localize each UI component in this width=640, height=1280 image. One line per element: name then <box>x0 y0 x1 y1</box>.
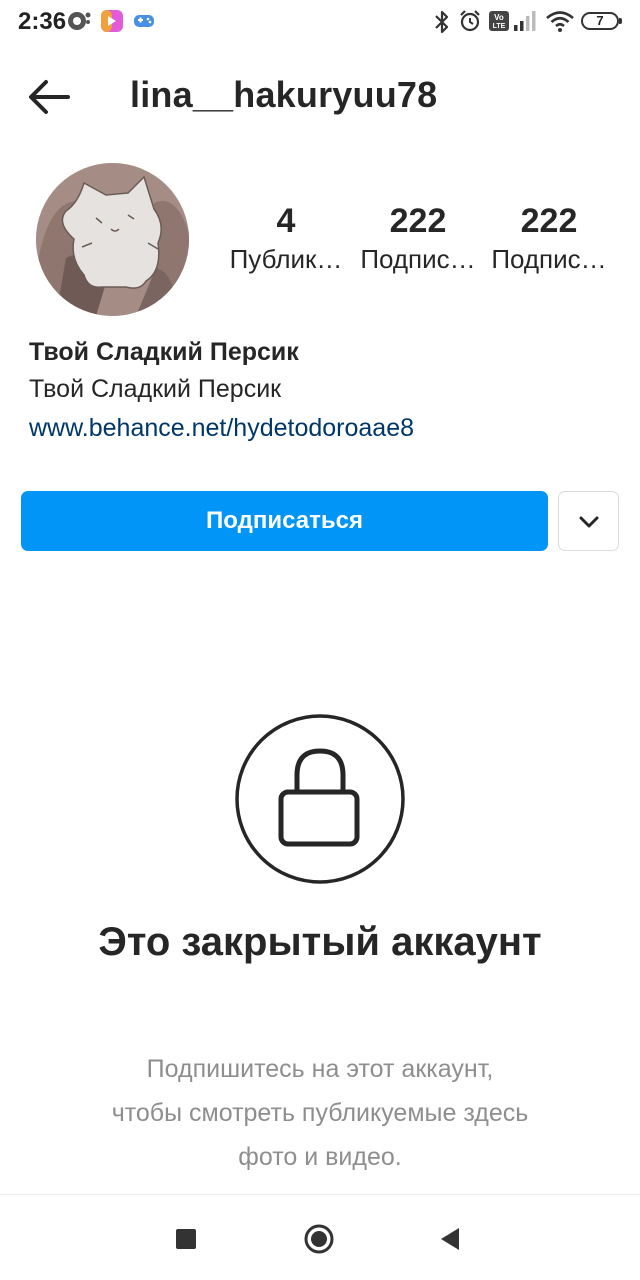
wifi-icon <box>546 11 574 32</box>
recents-square-icon[interactable] <box>170 1223 202 1255</box>
stat-followers-label: Подпис… <box>360 244 476 274</box>
avatar-image <box>36 163 189 316</box>
back-arrow-icon[interactable] <box>26 74 72 120</box>
profile-username: lina__hakuryuu78 <box>130 74 438 115</box>
alarm-icon <box>460 10 480 32</box>
svg-text:LTE: LTE <box>493 23 506 30</box>
follow-button[interactable]: Подписаться <box>21 491 548 551</box>
stat-following[interactable]: 222 Подпис… <box>485 200 613 276</box>
game-icon <box>134 15 154 27</box>
lock-icon <box>235 714 405 884</box>
stat-followers-count: 222 <box>389 202 447 240</box>
notification-icon <box>68 12 91 30</box>
avatar[interactable] <box>36 163 189 316</box>
private-account-description: Подпишитесь на этот аккаунт, чтобы смотр… <box>111 1055 529 1171</box>
volte-icon: Vo LTE <box>489 11 509 31</box>
suggestions-dropdown-button[interactable] <box>558 491 619 551</box>
profile-name: Твой Сладкий Персик <box>29 338 299 366</box>
app-icon <box>101 10 123 32</box>
status-bar: 2:36 Vo LTE 7 <box>0 0 640 44</box>
signal-icon <box>514 11 536 31</box>
stat-followers[interactable]: 222 Подпис… <box>354 200 482 276</box>
screen: 2:36 Vo LTE 7 lina__hakuryuu78 4 Публик…… <box>0 0 640 1280</box>
chevron-down-icon <box>579 516 599 528</box>
navigation-bar <box>0 1194 640 1280</box>
stat-posts-count: 4 <box>276 202 296 240</box>
private-account-title: Это закрытый аккаунт <box>98 920 542 964</box>
battery-icon: 7 <box>581 12 622 30</box>
profile-link[interactable]: www.behance.net/hydetodoroaae8 <box>29 414 414 443</box>
stat-following-count: 222 <box>520 202 578 240</box>
stat-posts[interactable]: 4 Публик… <box>222 200 350 276</box>
bluetooth-icon <box>435 10 449 34</box>
home-circle-icon[interactable] <box>303 1223 335 1255</box>
stat-following-label: Подпис… <box>491 244 607 274</box>
status-time: 2:36 <box>18 8 67 35</box>
svg-text:Vo: Vo <box>494 13 504 22</box>
profile-bio: Твой Сладкий Персик <box>29 375 282 403</box>
back-triangle-icon[interactable] <box>434 1223 466 1255</box>
stat-posts-label: Публик… <box>229 244 343 274</box>
